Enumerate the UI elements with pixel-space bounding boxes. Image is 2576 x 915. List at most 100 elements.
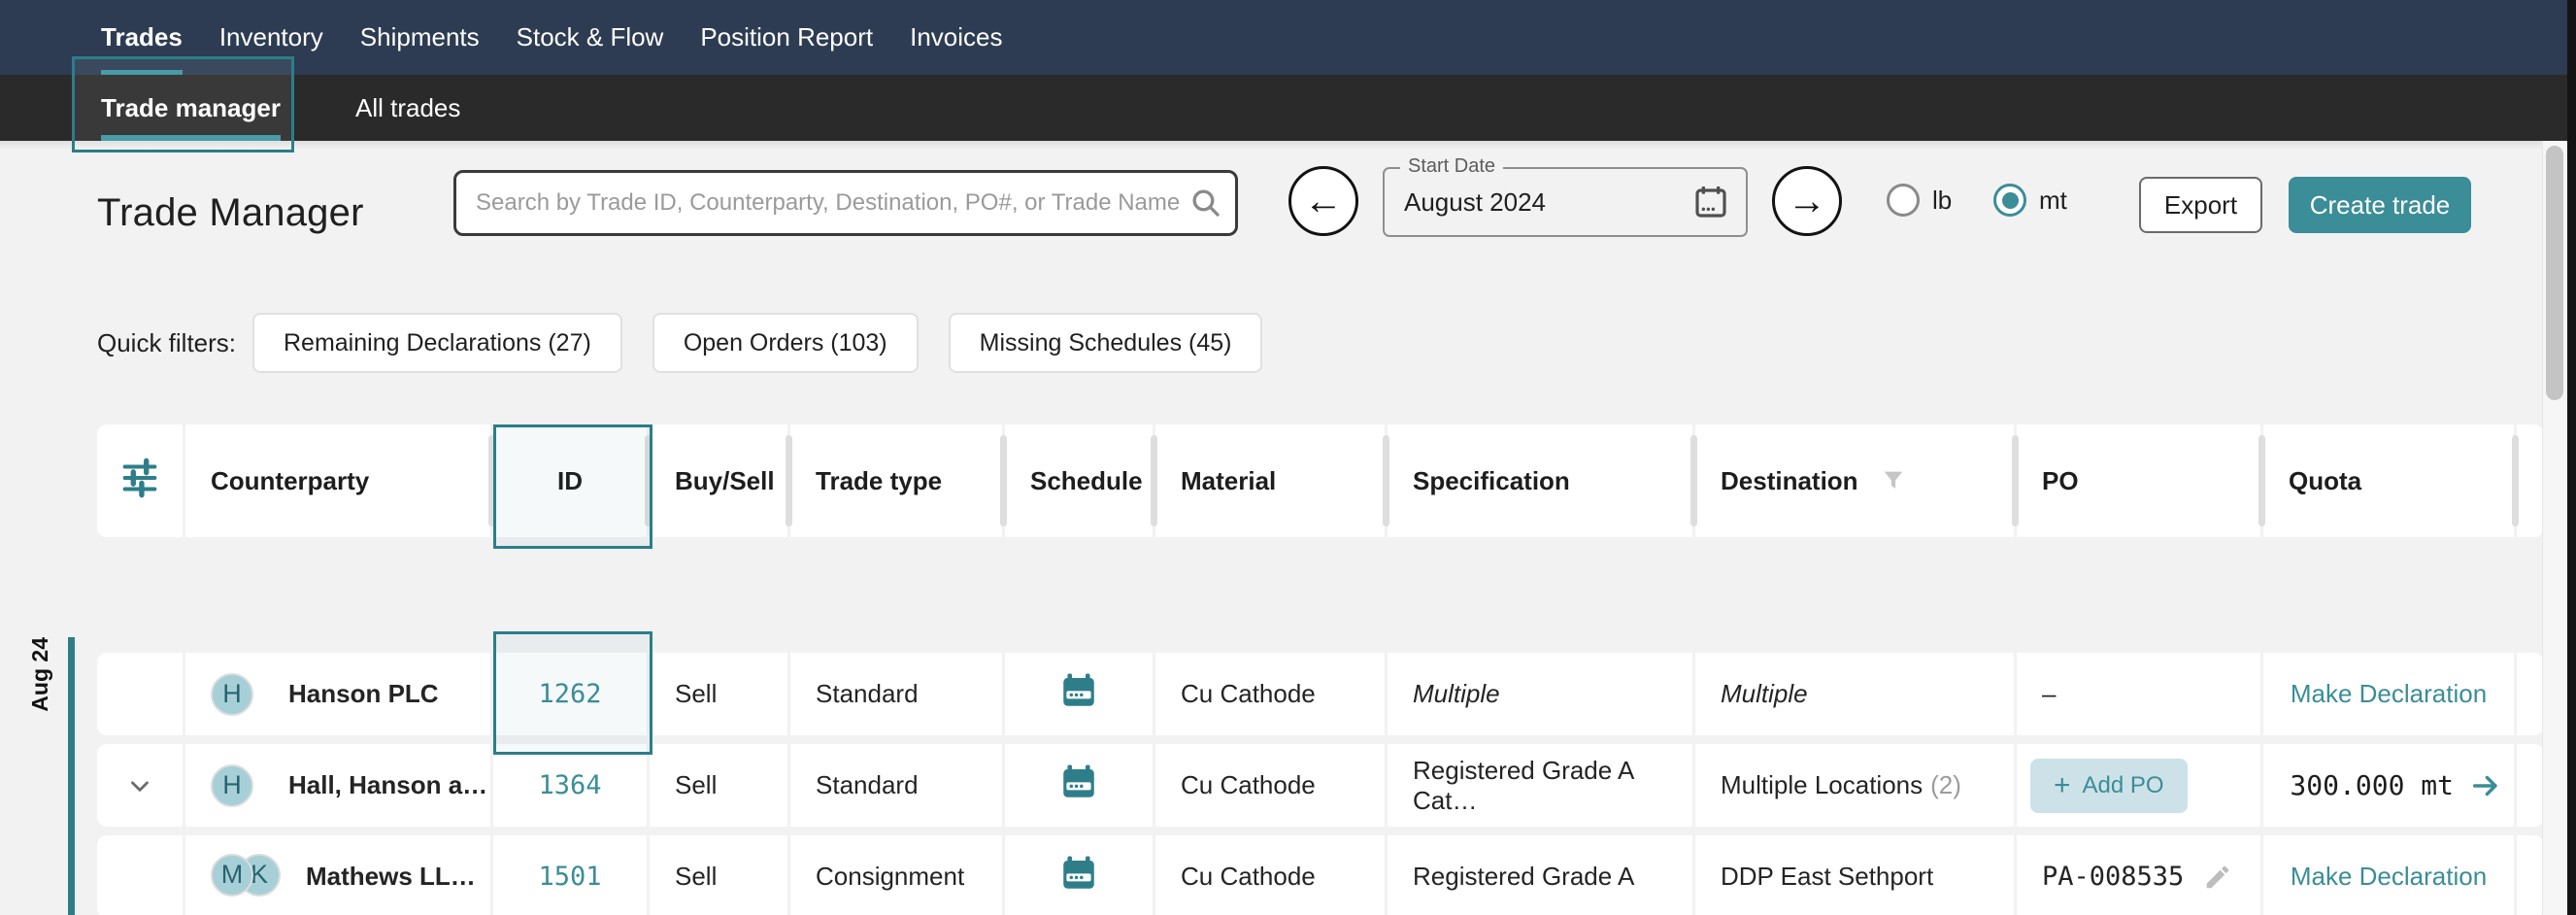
destination-cell: DDP East Sethport (1695, 835, 2014, 915)
column-resize-handle[interactable] (2512, 435, 2519, 526)
column-header-counterparty[interactable]: Counterparty (185, 424, 490, 537)
scrollbar-thumb[interactable] (2546, 146, 2563, 400)
subnav-item-trade-manager[interactable]: Trade manager (101, 75, 281, 141)
row-spacer-cell (2517, 835, 2544, 915)
calendar-icon[interactable] (1058, 853, 1099, 900)
table-row[interactable]: M K Mathews LLC / Ru… 1501 Sell Consignm… (97, 835, 2544, 915)
nav-item-shipments[interactable]: Shipments (360, 0, 480, 75)
chevron-down-icon[interactable] (125, 771, 154, 800)
counterparty-cell: M K Mathews LLC / Ru… (185, 835, 490, 915)
specification-cell: Registered Grade A Cat… (1388, 744, 1692, 827)
calendar-icon[interactable] (1691, 183, 1730, 221)
quick-filters-label: Quick filters: (97, 328, 236, 358)
top-nav: Trades Inventory Shipments Stock & Flow … (0, 0, 2576, 75)
quota-cell: Make Declaration (2263, 653, 2514, 735)
column-resize-handle[interactable] (645, 435, 652, 526)
trade-id-cell: 1262 (493, 653, 647, 735)
arrow-left-icon: ← (1304, 182, 1343, 220)
trade-id-link[interactable]: 1262 (538, 679, 601, 709)
column-resize-handle[interactable] (1000, 435, 1007, 526)
trade-id-link[interactable]: 1501 (538, 862, 601, 892)
table-row[interactable]: H Hanson PLC 1262 Sell Standard Cu Catho… (97, 653, 2544, 735)
trade-id-link[interactable]: 1364 (538, 770, 601, 800)
create-trade-button[interactable]: Create trade (2289, 177, 2471, 233)
column-header-po[interactable]: PO (2017, 424, 2260, 537)
material-cell: Cu Cathode (1155, 744, 1385, 827)
unit-radio-lb[interactable]: lb (1887, 184, 1952, 217)
column-resize-handle[interactable] (1151, 435, 1157, 526)
column-resize-handle[interactable] (1690, 435, 1697, 526)
po-cell: – (2017, 653, 2260, 735)
quick-filter-missing-schedules[interactable]: Missing Schedules (45) (949, 313, 1263, 373)
start-date-label: Start Date (1400, 155, 1503, 178)
search-input[interactable] (456, 173, 1188, 233)
row-spacer-cell (2517, 653, 2544, 735)
table-row[interactable]: H Hall, Hanson and … 1364 Sell Standard … (97, 744, 2544, 827)
quota-value: 300.000 mt (2290, 769, 2454, 801)
destination-count: (2) (1930, 770, 1961, 800)
table-header: Counterparty ID Buy/Sell Trade type Sche… (97, 424, 2544, 537)
avatar-group: M K (211, 854, 283, 900)
next-month-button[interactable]: → (1772, 166, 1842, 236)
date-group-label: Aug 24 (27, 637, 53, 712)
unit-radio-mt[interactable]: mt (1993, 184, 2067, 217)
export-button[interactable]: Export (2139, 177, 2262, 233)
previous-month-button[interactable]: ← (1288, 166, 1358, 236)
column-header-buy-sell[interactable]: Buy/Sell (650, 424, 787, 537)
column-header-specification[interactable]: Specification (1388, 424, 1692, 537)
column-header-id[interactable]: ID (493, 424, 647, 537)
nav-item-inventory[interactable]: Inventory (219, 0, 323, 75)
search-box (453, 170, 1238, 236)
po-number: PA-008535 (2042, 862, 2184, 892)
page-title: Trade Manager (97, 191, 364, 235)
filter-icon[interactable] (1880, 467, 1907, 494)
arrow-right-icon[interactable] (2469, 769, 2502, 802)
column-resize-handle[interactable] (2012, 435, 2019, 526)
trade-manager-page: Trades Inventory Shipments Stock & Flow … (0, 0, 2576, 915)
column-header-trade-type[interactable]: Trade type (790, 424, 1002, 537)
calendar-icon[interactable] (1058, 670, 1099, 718)
calendar-icon[interactable] (1058, 762, 1099, 809)
avatar: H (211, 673, 253, 716)
po-cell: PA-008535 (2017, 835, 2260, 915)
radio-icon (1887, 184, 1920, 217)
destination-cell: Multiple (1695, 653, 2014, 735)
quick-filter-open-orders[interactable]: Open Orders (103) (652, 313, 919, 373)
plus-icon: + (2054, 771, 2071, 800)
column-header-quota[interactable]: Quota (2263, 424, 2514, 537)
nav-item-invoices[interactable]: Invoices (910, 0, 1002, 75)
column-settings-header[interactable] (97, 424, 183, 537)
nav-item-label: Trades (101, 22, 183, 52)
buy-sell-cell: Sell (650, 835, 787, 915)
row-expand-cell (97, 835, 183, 915)
nav-item-trades[interactable]: Trades (101, 0, 183, 75)
add-po-button[interactable]: + Add PO (2030, 759, 2188, 813)
edit-icon[interactable] (2203, 863, 2232, 892)
nav-item-position-report[interactable]: Position Report (700, 0, 873, 75)
avatar: H (211, 764, 253, 807)
make-declaration-link[interactable]: Make Declaration (2291, 679, 2487, 709)
column-header-destination[interactable]: Destination (1695, 424, 2014, 537)
counterparty-cell: H Hall, Hanson and … (185, 744, 490, 827)
material-cell: Cu Cathode (1155, 835, 1385, 915)
schedule-cell (1005, 835, 1153, 915)
start-date-field[interactable]: Start Date August 2024 (1383, 167, 1748, 237)
po-cell: + Add PO (2017, 744, 2260, 827)
column-resize-handle[interactable] (786, 435, 792, 526)
column-resize-handle[interactable] (1383, 435, 1389, 526)
quick-filter-remaining-declarations[interactable]: Remaining Declarations (27) (252, 313, 622, 373)
make-declaration-link[interactable]: Make Declaration (2291, 862, 2487, 892)
trade-type-cell: Standard (790, 744, 1002, 827)
subnav-item-all-trades[interactable]: All trades (355, 75, 460, 141)
column-header-schedule[interactable]: Schedule (1005, 424, 1153, 537)
trade-id-cell: 1364 (493, 744, 647, 827)
column-resize-handle[interactable] (2258, 435, 2265, 526)
column-resize-handle[interactable] (488, 435, 495, 526)
counterparty-name: Mathews LLC / Ru… (306, 862, 490, 892)
nav-item-stock-and-flow[interactable]: Stock & Flow (517, 0, 664, 75)
column-header-material[interactable]: Material (1155, 424, 1385, 537)
destination-cell: Multiple Locations (2) (1695, 744, 2014, 827)
row-expand-cell (97, 744, 183, 827)
window-edge-strip (2567, 0, 2576, 915)
active-tab-indicator (101, 135, 281, 141)
